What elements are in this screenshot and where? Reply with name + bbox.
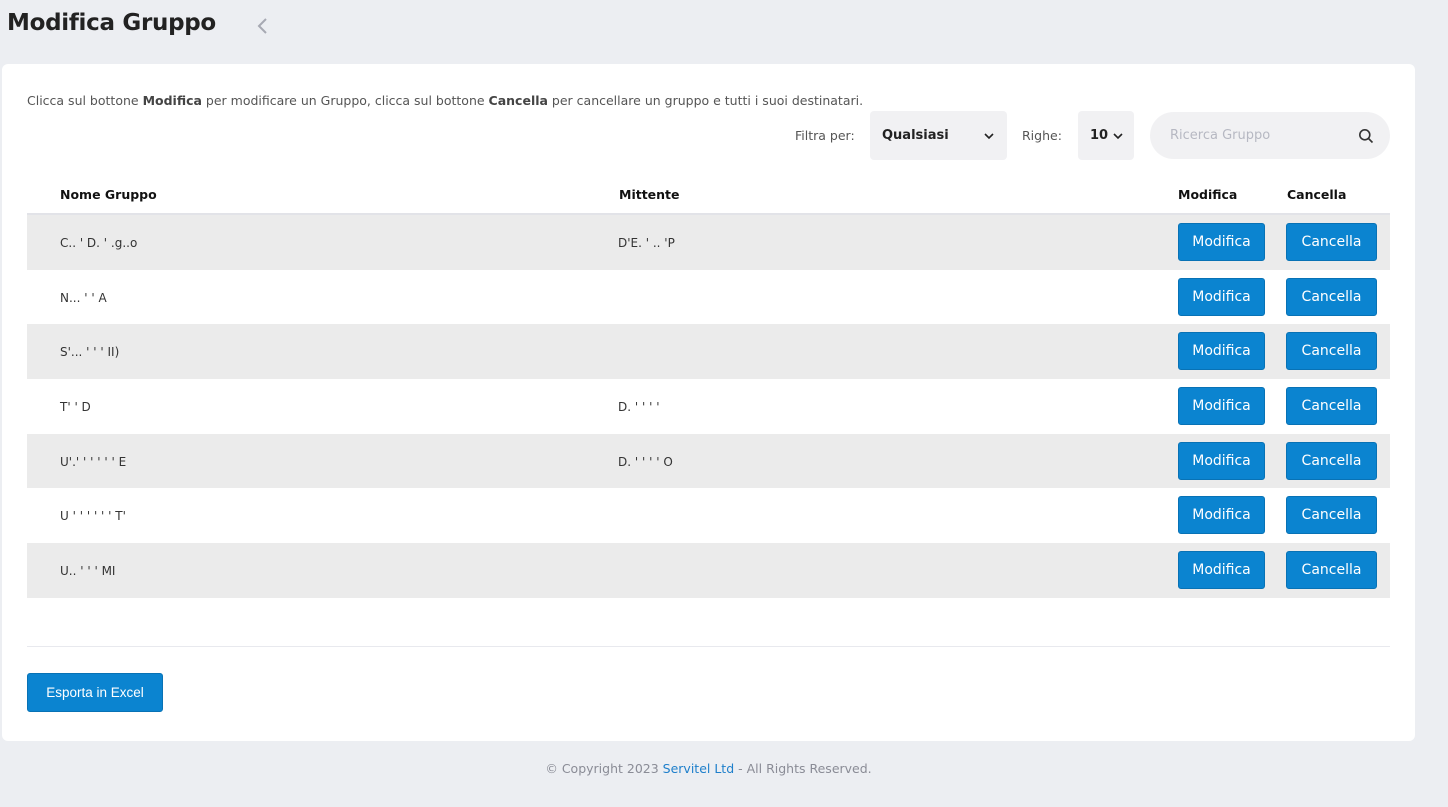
edit-button[interactable]: Modifica	[1178, 441, 1265, 480]
groups-card: Clicca sul bottone Modifica per modifica…	[2, 64, 1415, 741]
delete-button[interactable]: Cancella	[1286, 277, 1377, 316]
edit-button[interactable]: Modifica	[1178, 387, 1265, 426]
filter-select[interactable]: Qualsiasi	[870, 111, 1007, 160]
divider	[27, 646, 1390, 647]
group-name-cell: U'.' ' ' ' ' ' E	[60, 454, 127, 469]
footer-copyright: © Copyright 2023	[545, 761, 663, 776]
column-header-sender: Mittente	[619, 187, 680, 202]
group-name-cell: T' ' D	[60, 400, 91, 415]
search-icon[interactable]	[1358, 128, 1374, 144]
sender-cell: D. ' ' ' '	[618, 400, 660, 415]
table-row: U'.' ' ' ' ' ' E D. ' ' ' ' O Modifica C…	[27, 433, 1390, 489]
search-input[interactable]	[1170, 128, 1350, 143]
rows-select-value: 10	[1090, 128, 1109, 143]
table-row: U ' ' ' ' ' ' T' Modifica Cancella	[27, 488, 1390, 543]
table-row: N... ' ' A Modifica Cancella	[27, 270, 1390, 325]
column-header-delete: Cancella	[1287, 187, 1347, 202]
table-row: T' ' D D. ' ' ' ' Modifica Cancella	[27, 379, 1390, 434]
column-header-edit: Modifica	[1178, 187, 1238, 202]
edit-button[interactable]: Modifica	[1178, 332, 1265, 371]
column-header-name: Nome Gruppo	[60, 187, 157, 202]
delete-button[interactable]: Cancella	[1286, 496, 1377, 535]
chevron-down-icon	[1113, 132, 1123, 139]
filter-select-value: Qualsiasi	[882, 128, 949, 143]
edit-button[interactable]: Modifica	[1178, 223, 1265, 261]
delete-button[interactable]: Cancella	[1286, 223, 1377, 261]
footer-company-link[interactable]: Servitel Ltd	[663, 761, 734, 776]
table-row: C.. ' D. ' .g..o D'E. ' .. 'P Modifica C…	[27, 215, 1390, 270]
search-box	[1150, 112, 1390, 159]
group-name-cell: N... ' ' A	[60, 290, 107, 305]
group-name-cell: U.. ' ' ' MI	[60, 564, 116, 579]
rows-select[interactable]: 10	[1078, 111, 1134, 160]
group-name-cell: U ' ' ' ' ' ' T'	[60, 509, 126, 524]
export-excel-button[interactable]: Esporta in Excel	[27, 673, 163, 712]
group-name-cell: C.. ' D. ' .g..o	[60, 236, 138, 250]
delete-button[interactable]: Cancella	[1286, 441, 1377, 480]
edit-button[interactable]: Modifica	[1178, 277, 1265, 316]
page-title: Modifica Gruppo	[7, 10, 216, 36]
sender-cell: D'E. ' .. 'P	[618, 236, 675, 250]
rows-label: Righe:	[1022, 128, 1062, 143]
group-name-cell: S'... ' ' ' II)	[60, 345, 120, 360]
delete-button[interactable]: Cancella	[1286, 551, 1377, 590]
chevron-left-icon[interactable]	[255, 16, 271, 36]
table-header: Nome Gruppo Mittente Modifica Cancella	[27, 174, 1390, 215]
table-row: S'... ' ' ' II) Modifica Cancella	[27, 324, 1390, 380]
table-row: U.. ' ' ' MI Modifica Cancella	[27, 543, 1390, 598]
footer: © Copyright 2023 Servitel Ltd - All Righ…	[0, 761, 1417, 776]
intro-text: Clicca sul bottone Modifica per modifica…	[27, 93, 864, 108]
footer-rights: - All Rights Reserved.	[734, 761, 872, 776]
sender-cell: D. ' ' ' ' O	[618, 454, 673, 469]
delete-button[interactable]: Cancella	[1286, 332, 1377, 371]
chevron-down-icon	[984, 132, 994, 139]
edit-button[interactable]: Modifica	[1178, 551, 1265, 590]
filter-label: Filtra per:	[795, 128, 855, 143]
groups-table: Nome Gruppo Mittente Modifica Cancella C…	[27, 174, 1390, 598]
delete-button[interactable]: Cancella	[1286, 387, 1377, 426]
edit-button[interactable]: Modifica	[1178, 496, 1265, 535]
